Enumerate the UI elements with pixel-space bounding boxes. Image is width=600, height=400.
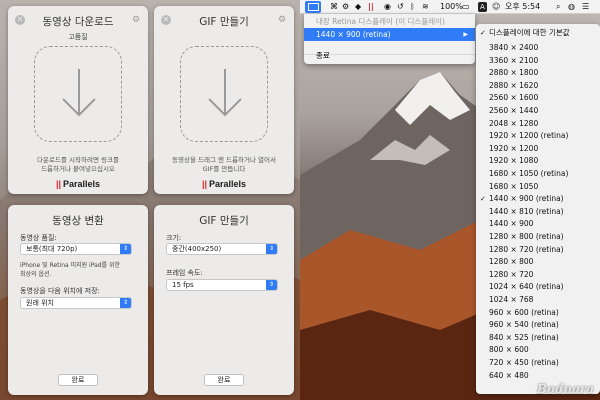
resolution-item[interactable]: 1440 × 900 — [476, 218, 600, 230]
quality-note: iPhone 및 Retina 미지원 iPad를 위한 최상의 옵션. — [20, 262, 121, 278]
siri-icon[interactable]: ◍ — [568, 1, 575, 13]
gear-icon[interactable]: ⚙ — [277, 15, 287, 25]
submenu-arrow-icon: ▶ — [463, 31, 468, 38]
panel-title: 동영상 다운로드 — [42, 16, 114, 28]
resolution-item[interactable]: 3360 × 2100 — [476, 55, 600, 67]
bluetooth-icon[interactable]: ᛒ — [410, 1, 415, 13]
clock[interactable]: 오후 5:54 — [505, 1, 540, 13]
resolution-item[interactable]: 2048 × 1280 — [476, 118, 600, 130]
download-arrow-icon — [208, 69, 242, 117]
pause-icon[interactable]: || — [368, 1, 374, 13]
internal-display-label: 내장 Retina 디스플레이 (이 디스플레이) — [316, 17, 445, 26]
app-icon[interactable]: ⌘ — [330, 1, 338, 13]
drop-zone[interactable] — [34, 46, 122, 142]
time-machine-icon[interactable]: ↺ — [397, 1, 404, 13]
resolution-item[interactable]: 1024 × 768 — [476, 294, 600, 306]
quality-label: 동영상 품질: — [20, 234, 57, 242]
drop-zone[interactable] — [180, 46, 268, 142]
battery-percent[interactable]: 100% — [440, 1, 463, 13]
parallels-logo: || Parallels — [201, 179, 247, 189]
display-menu-icon[interactable] — [305, 1, 321, 13]
mouse-icon[interactable]: ◉ — [384, 1, 391, 13]
search-icon[interactable]: ⌕ — [556, 1, 560, 13]
gear-icon[interactable]: ⚙ — [342, 1, 349, 13]
quality-select[interactable]: 보통(최대 720p) ⇕ — [20, 243, 132, 255]
quality-label[interactable]: 고품질 — [8, 32, 148, 42]
resolution-item[interactable]: 1280 × 720 — [476, 269, 600, 281]
default-resolution-item[interactable]: ✓ 디스플레이에 대한 기본값 — [476, 27, 600, 39]
save-location-label: 동영상을 다음 위치에 저장: — [20, 287, 100, 295]
resolution-item[interactable]: 840 × 525 (retina) — [476, 332, 600, 344]
resolution-item[interactable]: 1680 × 1050 (retina) — [476, 168, 600, 180]
download-arrow-icon — [62, 69, 96, 117]
fps-select[interactable]: 15 fps ⇕ — [166, 279, 278, 291]
resolution-item[interactable]: 2880 × 1620 — [476, 80, 600, 92]
chevron-updown-icon: ⇕ — [266, 280, 277, 290]
watermark-logo: Bodnara — [536, 382, 594, 396]
resolution-item[interactable]: 3840 × 2400 — [476, 42, 600, 54]
chevron-updown-icon: ⇕ — [120, 298, 131, 308]
resolution-item[interactable]: 720 × 450 (retina) — [476, 357, 600, 369]
resolution-item[interactable]: 1920 × 1200 — [476, 143, 600, 155]
done-button[interactable]: 완료 — [58, 374, 98, 386]
chevron-updown-icon: ⇕ — [120, 244, 131, 254]
resolution-item[interactable]: 800 × 600 — [476, 344, 600, 356]
drop-hint: 다운로드를 시작하려면 링크를 드롭하거나 붙여넣으십시오 — [37, 156, 119, 173]
resolution-item[interactable]: 1920 × 1200 (retina) — [476, 130, 600, 142]
resolution-item[interactable]: 1440 × 810 (retina) — [476, 206, 600, 218]
size-select[interactable]: 중간(400x250) ⇕ — [166, 243, 278, 255]
dropbox-icon[interactable]: ◆ — [355, 1, 361, 13]
gear-icon[interactable]: ⚙ — [131, 15, 141, 25]
resolution-item[interactable]: 1680 × 1050 — [476, 181, 600, 193]
display-menu: 내장 Retina 디스플레이 (이 디스플레이) 1440 × 900 (re… — [304, 14, 475, 64]
save-location-select[interactable]: 원래 위치 ⇕ — [20, 297, 132, 309]
check-icon: ✓ — [480, 195, 486, 204]
panel-title: GIF 만들기 — [199, 215, 249, 227]
resolution-item[interactable]: 1280 × 800 — [476, 256, 600, 268]
menu-bar: ⌘ ⚙ ◆ || ◉ ↺ ᛒ ≋ 100% ▭ A ☺ 오후 5:54 ⌕ ◍ … — [300, 0, 600, 14]
panel-title: 동영상 변환 — [52, 215, 104, 227]
input-source-indicator[interactable]: A — [478, 1, 487, 13]
resolution-item[interactable]: 640 × 480 — [476, 370, 600, 382]
resolution-submenu: ✓ 디스플레이에 대한 기본값 3840 × 2400 3360 × 2100 28… — [476, 24, 600, 394]
resolution-item[interactable]: 1280 × 720 (retina) — [476, 244, 600, 256]
chevron-updown-icon: ⇕ — [266, 244, 277, 254]
gif-settings-panel: GIF 만들기 크기: 중간(400x250) ⇕ 프레임 속도: 15 fps… — [154, 205, 294, 395]
notification-center-icon[interactable]: ☰ — [582, 1, 589, 13]
video-download-panel: ✕ 동영상 다운로드 ⚙ 고품질 다운로드를 시작하려면 링크를 드롭하거나 붙… — [8, 6, 148, 194]
resolution-item[interactable]: 1920 × 1080 — [476, 155, 600, 167]
check-icon: ✓ — [480, 29, 486, 37]
done-button[interactable]: 완료 — [204, 374, 244, 386]
video-convert-panel: 동영상 변환 동영상 품질: 보통(최대 720p) ⇕ iPhone 및 Re… — [8, 205, 148, 395]
resolution-item[interactable]: 960 × 600 (retina) — [476, 307, 600, 319]
fps-label: 프레임 속도: — [166, 269, 203, 277]
battery-icon[interactable]: ▭ — [462, 1, 470, 13]
size-label: 크기: — [166, 234, 182, 242]
panel-title: GIF 만들기 — [199, 16, 249, 28]
resolution-item[interactable]: 960 × 540 (retina) — [476, 319, 600, 331]
quit-menu-item[interactable]: 종료 — [304, 49, 475, 62]
parallels-logo: || Parallels — [55, 179, 101, 189]
resolution-item[interactable]: 2880 × 1800 — [476, 67, 600, 79]
current-resolution-item[interactable]: 1440 × 900 (retina) ▶ — [304, 28, 475, 41]
user-icon[interactable]: ☺ — [492, 1, 500, 13]
resolution-item[interactable]: 1280 × 800 (retina) — [476, 231, 600, 243]
gif-maker-panel: ✕ GIF 만들기 ⚙ 동영상을 드래그 앤 드롭하거나 열어서 GIF를 만듭… — [154, 6, 294, 194]
resolution-item[interactable]: 2560 × 1600 — [476, 92, 600, 104]
wifi-icon[interactable]: ≋ — [422, 1, 429, 13]
drop-hint: 동영상을 드래그 앤 드롭하거나 열어서 GIF를 만듭니다 — [172, 156, 276, 173]
resolution-item[interactable]: 2560 × 1440 — [476, 105, 600, 117]
resolution-item[interactable]: 1024 × 640 (retina) — [476, 281, 600, 293]
resolution-item[interactable]: ✓ 1440 × 900 (retina) — [476, 193, 600, 205]
